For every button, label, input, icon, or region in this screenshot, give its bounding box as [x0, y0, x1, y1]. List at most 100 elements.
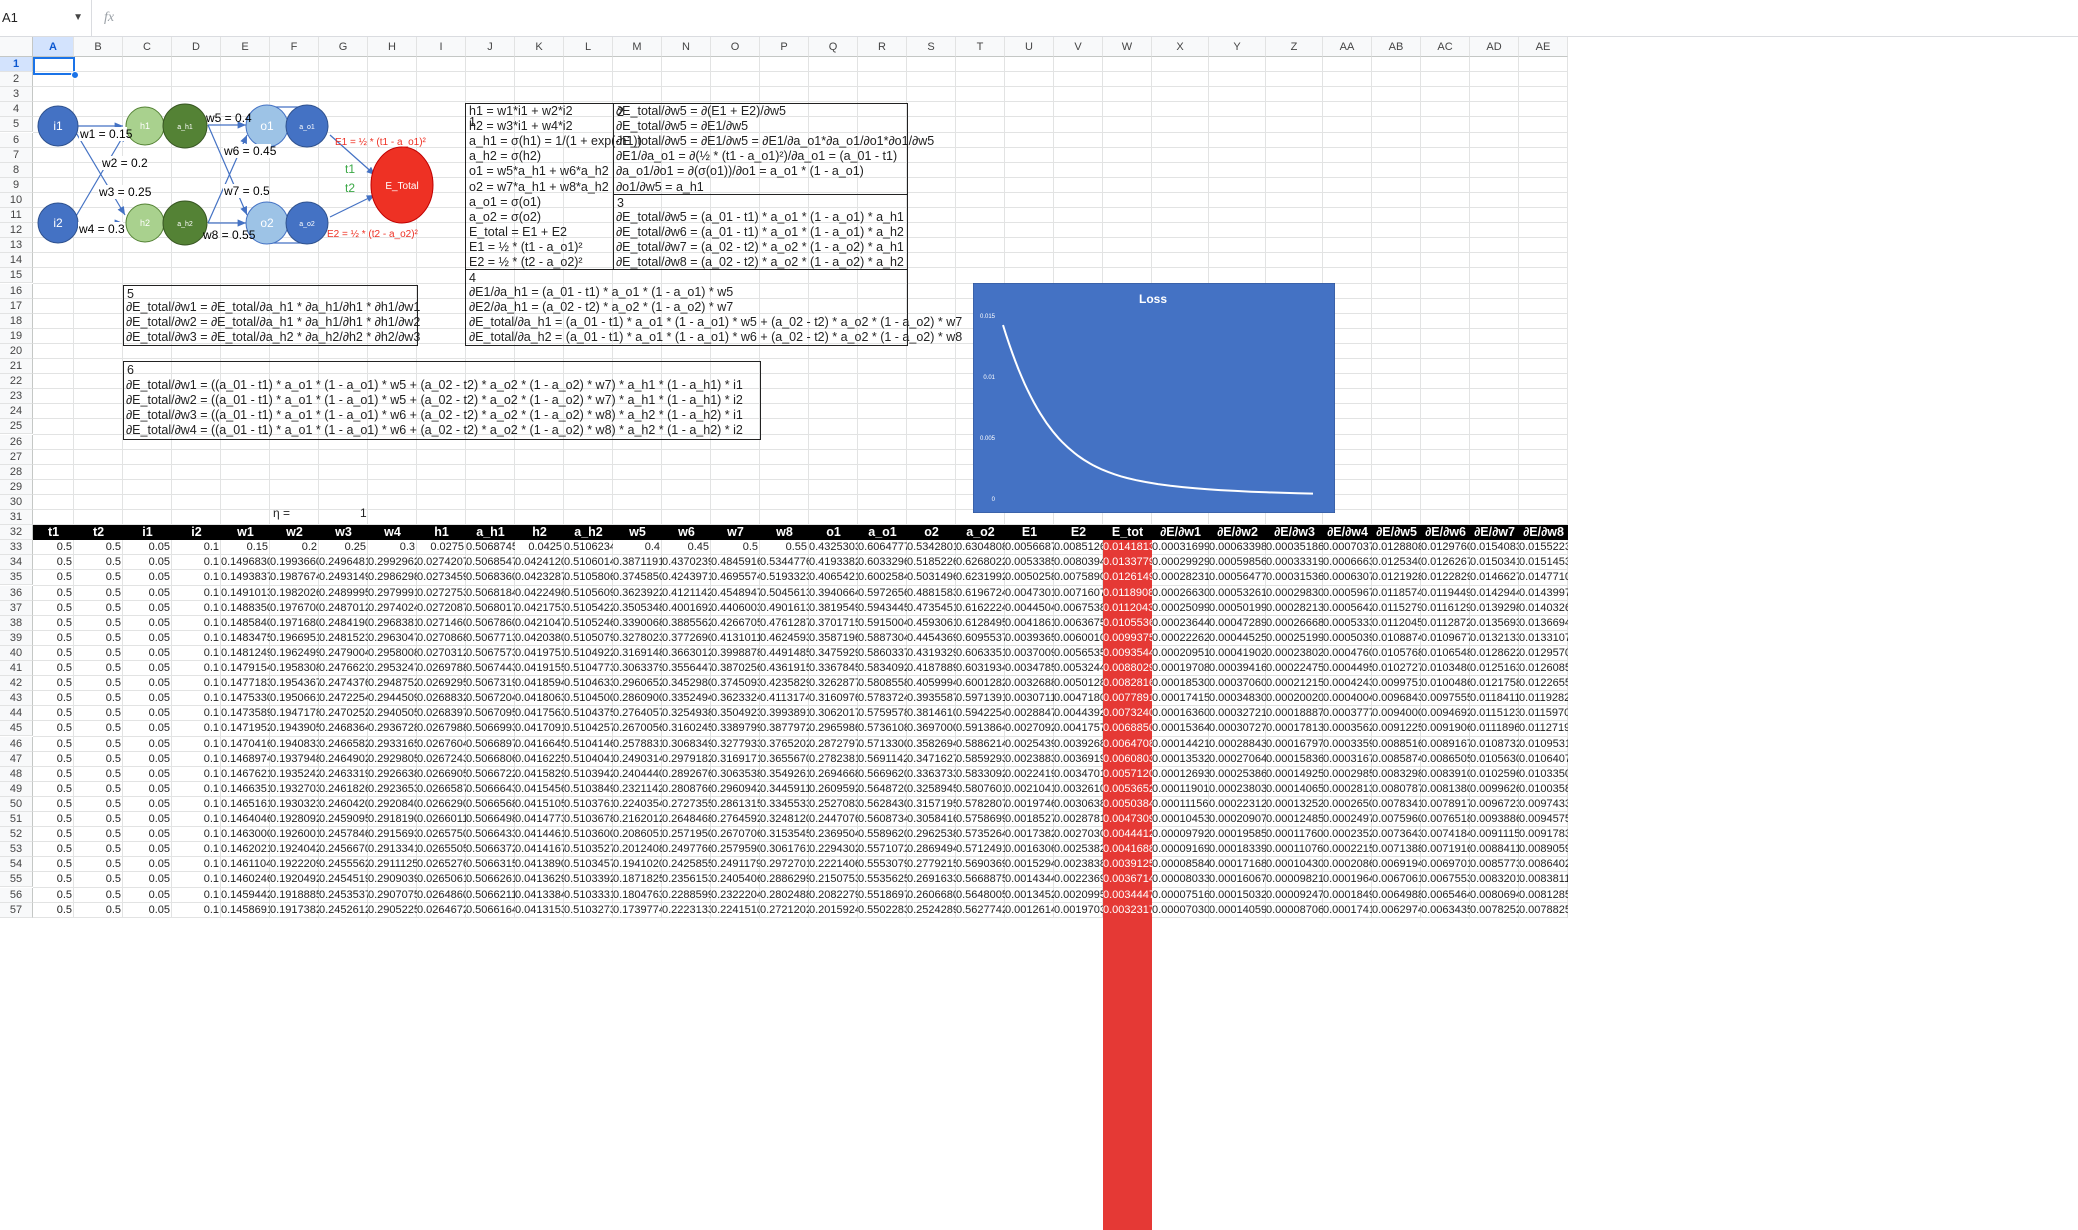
table-cell[interactable]: 0.33637331	[907, 767, 956, 782]
table-cell[interactable]: 0.19583087	[270, 661, 319, 676]
table-cell[interactable]: 0.00238838	[1005, 752, 1054, 767]
table-cell[interactable]: 0.5	[33, 601, 74, 616]
table-cell[interactable]: 0.00012693	[1152, 767, 1209, 782]
row-header-56[interactable]: 56	[0, 887, 33, 903]
table-cell[interactable]: 0.02672436	[417, 752, 466, 767]
table-cell[interactable]: 0.00017413	[1323, 903, 1372, 918]
table-cell[interactable]: 0.14689744	[221, 752, 270, 767]
table-cell[interactable]: 0.01152790	[1372, 601, 1421, 616]
table-cell[interactable]: 0.24722547	[319, 691, 368, 706]
table-cell[interactable]: 0.29630479	[368, 631, 417, 646]
table-cell[interactable]: 0.24870121	[319, 601, 368, 616]
table-cell[interactable]: 0.5	[74, 872, 123, 887]
table-cell[interactable]: 0.00369192	[1054, 752, 1103, 767]
row-header-34[interactable]: 34	[0, 555, 33, 571]
table-cell[interactable]: 0.58603374	[858, 646, 907, 661]
table-cell[interactable]: 0.02676041	[417, 737, 466, 752]
table-cell[interactable]: 0.23222048	[711, 888, 760, 903]
table-cell[interactable]: 0.00012485	[1266, 812, 1323, 827]
table-cell[interactable]: 0.1	[172, 631, 221, 646]
table-cell[interactable]: 0.00011760	[1266, 827, 1323, 842]
row-header-46[interactable]: 46	[0, 736, 33, 752]
table-cell[interactable]: 0.28087667	[662, 782, 711, 797]
table-cell[interactable]: 0.01261490	[1103, 570, 1152, 585]
table-cell[interactable]: 0.5	[74, 812, 123, 827]
table-cell[interactable]: 0.51034579	[564, 857, 613, 872]
row-header-24[interactable]: 24	[0, 404, 33, 420]
table-cell[interactable]: 0.19173822	[270, 903, 319, 918]
table-cell[interactable]: 0.29331653	[368, 737, 417, 752]
table-cell[interactable]: 0.29052257	[368, 903, 417, 918]
table-cell[interactable]: 0.00789174	[1421, 797, 1470, 812]
table-cell[interactable]: 0.14594427	[221, 888, 270, 903]
table-cell[interactable]: 0.38779725	[760, 721, 809, 736]
table-cell[interactable]: 0.50673199	[466, 676, 515, 691]
table-cell[interactable]: 0.1	[172, 737, 221, 752]
table-cell[interactable]: 0.00444128	[1103, 827, 1152, 842]
table-cell[interactable]: 0.5	[74, 616, 123, 631]
table-cell[interactable]: 0.19408332	[270, 737, 319, 752]
table-cell[interactable]: 0.44914852	[760, 646, 809, 661]
table-cell[interactable]: 0.02708689	[417, 631, 466, 646]
table-cell[interactable]: 0.28862994	[760, 872, 809, 887]
table-cell[interactable]: 0.29532475	[368, 661, 417, 676]
table-cell[interactable]: 0.24683640	[319, 721, 368, 736]
table-cell[interactable]: 0.26484685	[662, 812, 711, 827]
table-cell[interactable]: 0.1	[172, 646, 221, 661]
table-cell[interactable]: 0.05	[123, 752, 172, 767]
table-cell[interactable]: 0.19716805	[270, 616, 319, 631]
column-header-w[interactable]: W	[1103, 37, 1152, 57]
table-cell[interactable]: 0.1	[172, 903, 221, 918]
table-cell[interactable]: 0.00030727	[1209, 721, 1266, 736]
table-cell[interactable]: 0.51032736	[564, 903, 613, 918]
table-cell[interactable]: 0.5	[74, 555, 123, 570]
table-cell[interactable]: 0.02655053	[417, 842, 466, 857]
row-header-33[interactable]: 33	[0, 540, 33, 556]
table-cell[interactable]: 0.38195496	[809, 601, 858, 616]
table-cell[interactable]: 0.41211421	[662, 586, 711, 601]
table-cell[interactable]: 0.51035271	[564, 842, 613, 857]
table-cell[interactable]: 0.00022262	[1152, 631, 1209, 646]
table-cell[interactable]: 0.01096777	[1421, 631, 1470, 646]
table-cell[interactable]: 0.01262674	[1421, 555, 1470, 570]
row-header-1[interactable]: 1	[0, 57, 33, 73]
table-cell[interactable]: 0.24766237	[319, 661, 368, 676]
table-cell[interactable]: 0.02727533	[417, 586, 466, 601]
table-cell[interactable]: 0.01253409	[1372, 555, 1421, 570]
table-cell[interactable]: 0.51036005	[564, 827, 613, 842]
table-cell[interactable]: 0.50683605	[466, 570, 515, 585]
table-cell[interactable]: 0.1	[172, 555, 221, 570]
table-cell[interactable]: 0.5	[74, 903, 123, 918]
table-cell[interactable]: 0.32481200	[760, 812, 809, 827]
table-cell[interactable]: 0.00018339	[1209, 842, 1266, 857]
table-cell[interactable]: 0.1	[172, 752, 221, 767]
table-cell[interactable]: 0.48815832	[907, 586, 956, 601]
table-cell[interactable]: 0.1	[172, 827, 221, 842]
table-cell[interactable]: 0.50687456	[466, 540, 515, 555]
table-cell[interactable]: 0.00741848	[1421, 827, 1470, 842]
table-cell[interactable]: 0.25	[319, 540, 368, 555]
table-cell[interactable]: 0.00031536	[1266, 570, 1323, 585]
table-cell[interactable]: 0.00152948	[1005, 857, 1054, 872]
table-cell[interactable]: 0.14812495	[221, 646, 270, 661]
table-cell[interactable]: 0.01120432	[1103, 601, 1152, 616]
table-cell[interactable]: 0.00028213	[1266, 601, 1323, 616]
row-header-30[interactable]: 30	[0, 494, 33, 510]
table-cell[interactable]: 0.00967232	[1470, 797, 1519, 812]
table-cell[interactable]: 0.01151233	[1470, 706, 1519, 721]
table-cell[interactable]: 0.51062340	[564, 540, 613, 555]
column-header-ae[interactable]: AE	[1519, 37, 1568, 57]
table-cell[interactable]: 0.02692958	[417, 676, 466, 691]
table-cell[interactable]: 0.19352424	[270, 767, 319, 782]
table-cell[interactable]: 0.00864021	[1519, 857, 1568, 872]
table-cell[interactable]: 0.43193296	[907, 646, 956, 661]
table-cell[interactable]: 0.00066639	[1323, 555, 1372, 570]
table-cell[interactable]: 0.24841908	[319, 616, 368, 631]
row-header-14[interactable]: 14	[0, 253, 33, 269]
table-cell[interactable]: 0.02669053	[417, 767, 466, 782]
table-cell[interactable]: 0.50665686	[466, 797, 515, 812]
table-cell[interactable]: 0.62319923	[956, 570, 1005, 585]
row-header-25[interactable]: 25	[0, 419, 33, 435]
table-cell[interactable]: 0.3	[368, 540, 417, 555]
table-cell[interactable]: 0.44060032	[711, 601, 760, 616]
